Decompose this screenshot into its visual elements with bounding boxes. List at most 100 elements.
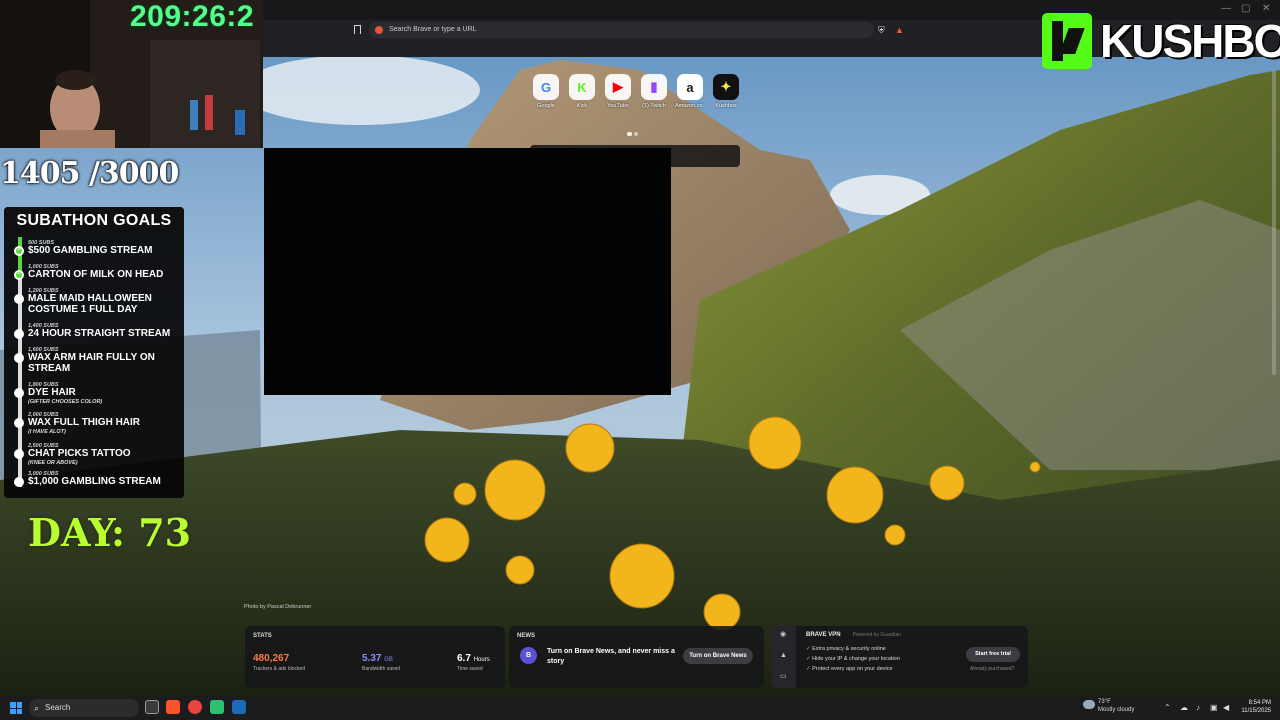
- chevron-up-icon[interactable]: ⌃: [1164, 703, 1171, 712]
- top-site-tile[interactable]: ▮ (1) Twitch: [639, 74, 669, 109]
- goal-text: DYE HAIR: [28, 387, 76, 398]
- site-favicon-icon: G: [533, 74, 559, 100]
- kushbox-logo: KUSHBOX: [1042, 13, 1280, 69]
- goal-text: CHAT PICKS TATTOO: [28, 448, 131, 459]
- goal-item: 2,500 SUBS CHAT PICKS TATTOO (KNEE OR ABOV…: [14, 443, 182, 466]
- top-site-tile[interactable]: ✦ Kushbox: [711, 74, 741, 109]
- weather-temp: 73°F: [1098, 699, 1111, 705]
- checkmark-icon: [14, 245, 24, 256]
- volume-icon[interactable]: ◀: [1223, 703, 1229, 712]
- vpn-feature: Extra privacy & security online: [806, 646, 886, 652]
- milestone-dot-icon: [14, 329, 24, 339]
- milestone-dot-icon: [14, 418, 24, 428]
- start-button[interactable]: [10, 702, 22, 714]
- kick-logo-icon: [1042, 13, 1092, 69]
- widget-side-rail: ◉ ▲ ▭: [772, 626, 796, 688]
- turn-on-news-button[interactable]: Turn on Brave News: [683, 648, 753, 664]
- vpn-powered-by: Powered by Guardian: [852, 632, 901, 638]
- milestone-dot-icon: [14, 449, 24, 459]
- bandwidth-stat: 5.37 GB Bandwidth saved: [362, 653, 400, 672]
- bandwidth-unit: GB: [384, 657, 393, 663]
- site-label: Google: [537, 103, 555, 109]
- address-bar[interactable]: Search Brave or type a URL: [369, 22, 874, 38]
- bandwidth-caption: Bandwidth saved: [362, 666, 401, 672]
- time-caption: Time saved: [457, 666, 483, 672]
- goal-text: WAX ARM HAIR FULLY ON STREAM: [28, 352, 155, 374]
- milestone-dot-icon: [14, 353, 24, 363]
- day-counter: DAY: 73: [28, 510, 192, 555]
- site-favicon-icon: ✦: [713, 74, 739, 100]
- bandwidth-value: 5.37: [362, 653, 382, 664]
- goal-item: 1,200 SUBS MALE MAID HALLOWEEN COSTUME 1 …: [14, 288, 182, 315]
- black-overlay-box: [264, 148, 671, 395]
- goal-text: $1,000 GAMBLING STREAM: [28, 476, 161, 487]
- brave-shields-icon[interactable]: ⛨: [878, 25, 885, 36]
- vpn-widget: ◉ ▲ ▭ BRAVE VPN Powered by Guardian Extra…: [772, 626, 1028, 688]
- clock-time: 8:54 PM: [1248, 700, 1271, 706]
- milestone-dot-icon: [14, 388, 24, 398]
- photo-credit[interactable]: Photo by Pascal Debrunner: [244, 604, 311, 610]
- green-app-icon[interactable]: [210, 700, 224, 714]
- goal-text: CARTON OF MILK ON HEAD: [28, 269, 164, 280]
- system-clock[interactable]: 8:54 PM 11/15/2025: [1238, 699, 1271, 715]
- site-label: Kushbox: [715, 103, 737, 109]
- checkmark-icon: [14, 269, 24, 280]
- goal-text: WAX FULL THIGH HAIR: [28, 417, 141, 428]
- site-label: Amazon.co...: [675, 103, 708, 109]
- warning-icon[interactable]: ▲: [780, 652, 788, 660]
- site-label: Kick: [576, 103, 588, 109]
- vpn-feature: Hide your IP & change your location: [806, 656, 900, 662]
- brave-search-icon: [375, 26, 383, 34]
- goal-item: 2,000 SUBS WAX FULL THIGH HAIR (I HAVE ALO…: [14, 412, 182, 435]
- goal-text: $500 GAMBLING STREAM: [28, 245, 153, 256]
- weather-widget[interactable]: 73°F Mostly cloudy: [1083, 698, 1134, 714]
- goal-item: 1,800 SUBS DYE HAIR (GIFTER CHOOSES COLOR): [14, 382, 182, 405]
- bookmark-icon[interactable]: [354, 25, 361, 34]
- goal-item: 3,000 SUBS $1,000 GAMBLING STREAM: [14, 471, 182, 488]
- start-free-trial-button[interactable]: Start free trial: [966, 647, 1020, 662]
- top-site-tile[interactable]: a Amazon.co...: [675, 74, 708, 109]
- steam-app-icon[interactable]: [232, 700, 246, 714]
- news-promo-text: Turn on Brave News, and never miss a sto…: [547, 648, 675, 665]
- stats-widget: STATS 480,267 Trackers & ads blocked 5.3…: [245, 626, 505, 688]
- clock-date: 11/15/2025: [1241, 708, 1271, 714]
- chrome-app-icon[interactable]: [188, 700, 202, 714]
- trackers-value: 480,267: [253, 653, 290, 664]
- time-unit: Hours: [473, 657, 490, 663]
- top-site-tile[interactable]: K Kick: [567, 74, 597, 109]
- milestone-dot-icon: [14, 294, 24, 304]
- news-header: NEWS: [517, 633, 535, 639]
- vpn-icon[interactable]: ◉: [780, 630, 788, 638]
- goal-note: (KNEE OR ABOVE): [28, 459, 78, 466]
- goals-title: SUBATHON GOALS: [4, 207, 184, 234]
- vpn-feature: Protect every app on your device: [806, 666, 892, 672]
- already-purchased-link[interactable]: Already purchased?: [970, 666, 1014, 672]
- goal-note: (I HAVE ALOT): [28, 428, 66, 435]
- site-favicon-icon: ▮: [641, 74, 667, 100]
- top-sites-pager[interactable]: [627, 123, 640, 141]
- mic-icon[interactable]: ♪: [1196, 703, 1200, 712]
- windows-taskbar: Search 73°F Mostly cloudy ⌃ ☁ ♪ ▣ ◀ 8:54…: [0, 696, 1280, 720]
- cloud-sync-icon[interactable]: ☁: [1180, 703, 1188, 712]
- brave-rewards-icon[interactable]: ▲: [895, 25, 904, 35]
- task-view-icon[interactable]: [145, 700, 159, 714]
- goal-item: 1,000 SUBSCARTON OF MILK ON HEAD: [14, 264, 182, 281]
- scrollbar[interactable]: [1272, 70, 1276, 375]
- trackers-stat: 480,267 Trackers & ads blocked: [253, 653, 305, 672]
- site-favicon-icon: a: [677, 74, 703, 100]
- site-favicon-icon: K: [569, 74, 595, 100]
- vpn-title: BRAVE VPN: [806, 632, 841, 638]
- card-icon[interactable]: ▭: [780, 672, 788, 680]
- top-site-tile[interactable]: G Google: [531, 74, 561, 109]
- subathon-timer: 209:26:2: [130, 0, 255, 33]
- brave-app-icon[interactable]: [166, 700, 180, 714]
- brave-news-icon: B: [520, 647, 537, 664]
- stats-header: STATS: [253, 633, 272, 639]
- site-favicon-icon: ▶: [605, 74, 631, 100]
- milestone-dot-icon: [14, 477, 24, 487]
- site-label: (1) Twitch: [642, 103, 666, 109]
- top-site-tile[interactable]: ▶ YouTube: [603, 74, 633, 109]
- taskbar-search[interactable]: Search: [29, 699, 139, 717]
- time-value: 6.7: [457, 653, 471, 664]
- network-icon[interactable]: ▣: [1210, 703, 1218, 712]
